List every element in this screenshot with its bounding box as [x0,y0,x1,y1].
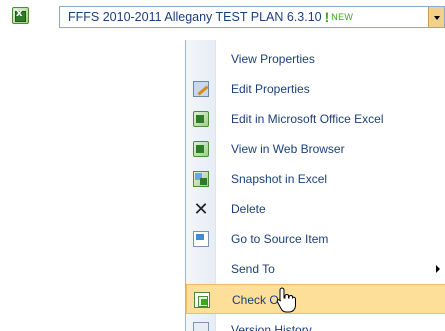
edit-properties-icon [193,81,209,97]
menu-item-check-out[interactable]: Check Out [186,284,445,314]
delete-icon: ✕ [193,199,209,219]
menu-item-label: View in Web Browser [231,142,345,156]
menu-item-version-history[interactable]: Version History [186,315,445,331]
menu-item-label: Go to Source Item [231,232,329,246]
menu-item-edit-in-excel[interactable]: Edit in Microsoft Office Excel [186,104,445,134]
menu-item-label: Snapshot in Excel [231,172,328,186]
menu-item-delete[interactable]: ✕ Delete [186,194,445,224]
excel-icon [193,111,209,127]
menu-item-view-in-web-browser[interactable]: View in Web Browser [186,134,445,164]
menu-item-view-properties[interactable]: View Properties [186,44,445,74]
menu-item-go-to-source[interactable]: Go to Source Item [186,224,445,254]
submenu-arrow-icon [436,265,440,273]
new-exclamation-icon: ! [324,9,330,25]
hand-cursor-icon [276,287,296,313]
check-out-icon [194,292,210,308]
item-dropdown-button[interactable] [428,7,444,27]
menu-item-send-to[interactable]: Send To [186,254,445,284]
menu-item-label: Edit Properties [231,82,310,96]
source-item-icon [193,231,209,247]
menu-item-label: Version History [231,323,312,331]
excel-web-icon [193,141,209,157]
excel-file-icon [12,7,29,24]
menu-item-label: Delete [231,202,266,216]
new-badge: NEW [331,12,354,22]
menu-item-label: Send To [231,262,275,276]
version-history-icon [193,322,209,331]
menu-item-label: Edit in Microsoft Office Excel [231,112,384,126]
document-title[interactable]: FFFS 2010-2011 Allegany TEST PLAN 6.3.10 [68,10,322,24]
menu-item-edit-properties[interactable]: Edit Properties [186,74,445,104]
context-menu: View Properties Edit Properties Edit in … [185,40,445,331]
snapshot-icon [193,171,209,187]
menu-item-label: View Properties [231,52,315,66]
document-title-box[interactable]: FFFS 2010-2011 Allegany TEST PLAN 6.3.10… [59,6,445,28]
menu-item-snapshot-in-excel[interactable]: Snapshot in Excel [186,164,445,194]
